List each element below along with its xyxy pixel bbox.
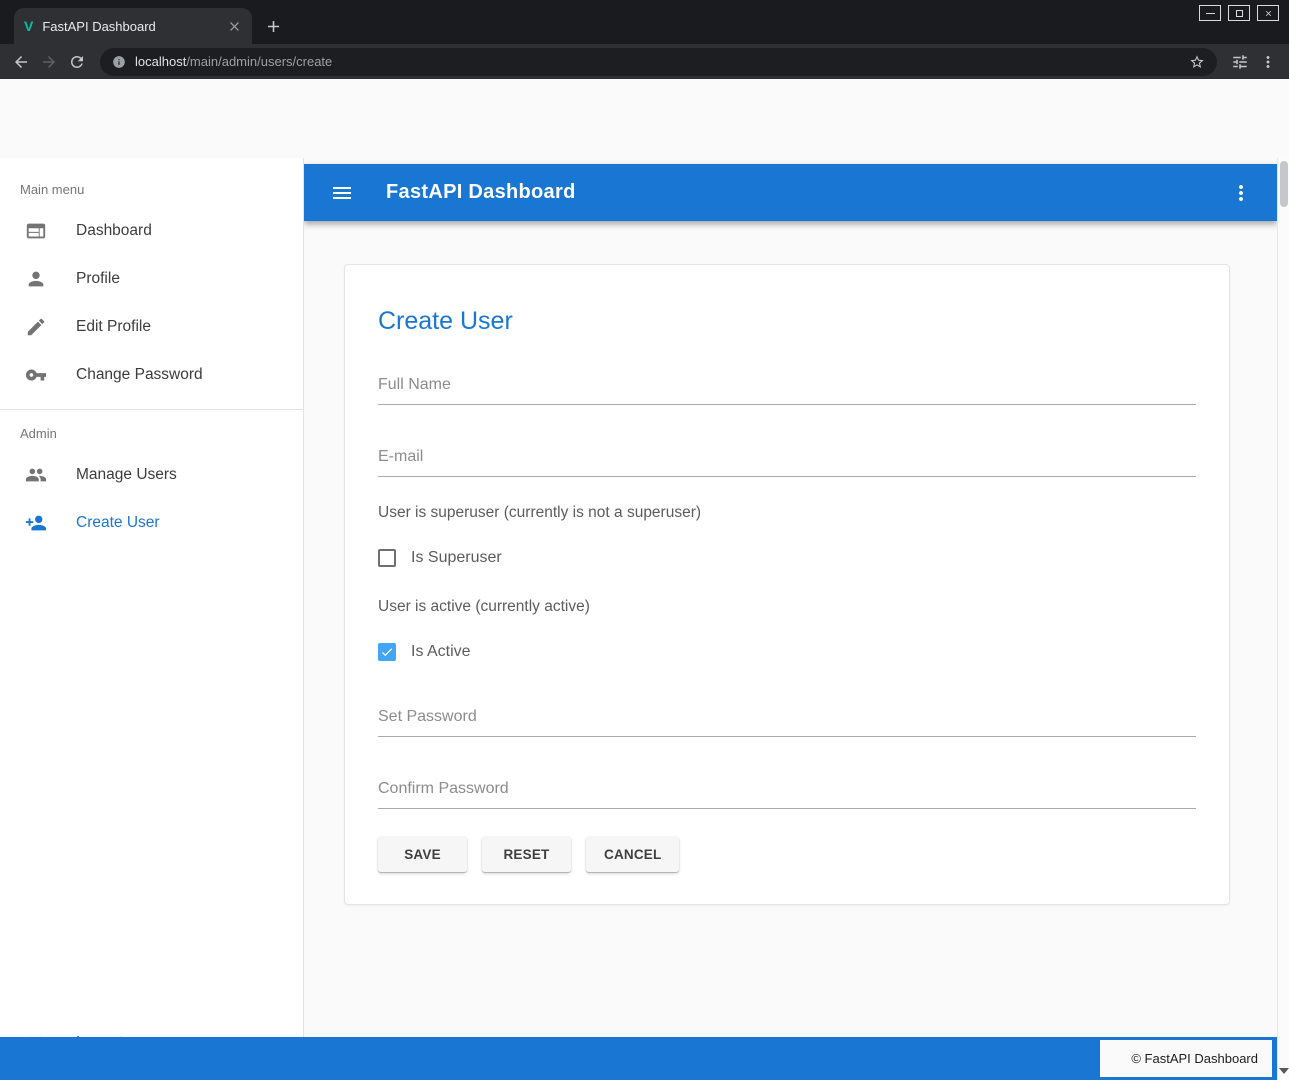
url-path: /main/admin/users/create bbox=[186, 54, 332, 69]
appbar-title: FastAPI Dashboard bbox=[386, 181, 576, 204]
browser-titlebar: V FastAPI Dashboard bbox=[0, 0, 1289, 44]
is-superuser-checkbox-row[interactable]: Is Superuser bbox=[378, 549, 1196, 567]
page-content: Main menu Dashboard Profile Edit Profile bbox=[0, 79, 1289, 1080]
sidebar-item-change-password[interactable]: Change Password bbox=[0, 351, 303, 399]
browser-menu-icon[interactable] bbox=[1257, 51, 1279, 73]
sidebar-item-label: Dashboard bbox=[76, 222, 152, 240]
reload-icon[interactable] bbox=[66, 51, 88, 73]
confirm-password-field-wrap bbox=[378, 780, 1196, 809]
tab-close-icon[interactable] bbox=[227, 19, 242, 34]
active-hint: User is active (currently active) bbox=[378, 598, 1196, 616]
create-user-card: Create User User is superuser (currently… bbox=[344, 264, 1230, 905]
person-add-icon bbox=[25, 512, 47, 534]
is-superuser-checkbox[interactable] bbox=[378, 549, 396, 567]
tab-title: FastAPI Dashboard bbox=[42, 19, 227, 34]
set-password-input[interactable] bbox=[378, 708, 1196, 737]
maximize-icon[interactable] bbox=[1228, 5, 1250, 21]
back-icon[interactable] bbox=[10, 51, 32, 73]
checkbox-label: Is Active bbox=[411, 643, 471, 661]
minimize-icon[interactable] bbox=[1199, 5, 1221, 21]
sidebar-spacer bbox=[0, 547, 303, 1019]
full-name-field-wrap bbox=[378, 376, 1196, 405]
sidebar-item-dashboard[interactable]: Dashboard bbox=[0, 207, 303, 255]
hamburger-menu-icon[interactable] bbox=[330, 181, 354, 205]
page-scrollbar[interactable] bbox=[1277, 158, 1289, 1080]
sidebar-section-label: Admin bbox=[0, 426, 303, 441]
footer-copyright: © FastAPI Dashboard bbox=[1131, 1051, 1258, 1066]
address-bar[interactable]: localhost/main/admin/users/create bbox=[100, 48, 1217, 76]
set-password-field-wrap bbox=[378, 708, 1196, 737]
favicon-icon: V bbox=[24, 18, 33, 34]
reset-button[interactable]: RESET bbox=[482, 836, 571, 872]
bookmark-star-icon[interactable] bbox=[1189, 54, 1205, 70]
is-active-checkbox[interactable] bbox=[378, 643, 396, 661]
footer: © FastAPI Dashboard bbox=[1100, 1040, 1272, 1077]
sidebar-item-label: Profile bbox=[76, 270, 120, 288]
appbar-kebab-icon[interactable] bbox=[1229, 181, 1253, 205]
browser-window: V FastAPI Dashboard bbox=[0, 0, 1289, 1080]
sidebar-item-label: Create User bbox=[76, 514, 160, 532]
window-controls bbox=[1199, 5, 1279, 21]
sidebar-item-label: Change Password bbox=[76, 366, 203, 384]
sidebar-item-label: Manage Users bbox=[76, 466, 177, 484]
save-button[interactable]: SAVE bbox=[378, 836, 467, 872]
sidebar: Main menu Dashboard Profile Edit Profile bbox=[0, 158, 304, 1080]
person-icon bbox=[25, 268, 47, 290]
superuser-hint: User is superuser (currently is not a su… bbox=[378, 504, 1196, 522]
group-icon bbox=[25, 464, 47, 486]
page-title: Create User bbox=[378, 307, 1196, 336]
appbar: FastAPI Dashboard bbox=[304, 164, 1277, 221]
new-tab-icon[interactable] bbox=[264, 17, 283, 36]
dashboard-icon bbox=[25, 220, 47, 242]
forward-icon[interactable] bbox=[38, 51, 60, 73]
pencil-icon bbox=[25, 316, 47, 338]
browser-toolbar: localhost/main/admin/users/create bbox=[0, 44, 1289, 79]
sidebar-item-profile[interactable]: Profile bbox=[0, 255, 303, 303]
cancel-button[interactable]: CANCEL bbox=[586, 836, 679, 872]
sidebar-item-manage-users[interactable]: Manage Users bbox=[0, 451, 303, 499]
scrollbar-thumb[interactable] bbox=[1280, 161, 1288, 207]
full-name-input[interactable] bbox=[378, 376, 1196, 405]
tune-icon[interactable] bbox=[1229, 51, 1251, 73]
key-icon bbox=[25, 364, 47, 386]
sidebar-section-label: Main menu bbox=[0, 182, 303, 197]
sidebar-divider bbox=[0, 409, 303, 410]
checkbox-label: Is Superuser bbox=[411, 549, 502, 567]
sidebar-item-edit-profile[interactable]: Edit Profile bbox=[0, 303, 303, 351]
email-input[interactable] bbox=[378, 448, 1196, 477]
check-icon bbox=[380, 645, 394, 659]
sidebar-item-create-user[interactable]: Create User bbox=[0, 499, 303, 547]
url-host: localhost bbox=[135, 54, 186, 69]
is-active-checkbox-row[interactable]: Is Active bbox=[378, 643, 1196, 661]
sidebar-item-label: Edit Profile bbox=[76, 318, 151, 336]
bottom-bar: © FastAPI Dashboard bbox=[0, 1037, 1277, 1080]
browser-tab[interactable]: V FastAPI Dashboard bbox=[14, 8, 252, 44]
confirm-password-input[interactable] bbox=[378, 780, 1196, 809]
site-info-icon[interactable] bbox=[112, 55, 126, 69]
main-area: FastAPI Dashboard Create User User is su… bbox=[304, 158, 1277, 1037]
form-buttons: SAVE RESET CANCEL bbox=[378, 836, 1196, 872]
window-close-icon[interactable] bbox=[1257, 5, 1279, 21]
scrollbar-down-arrow-icon[interactable] bbox=[1279, 1068, 1289, 1074]
email-field-wrap bbox=[378, 448, 1196, 477]
